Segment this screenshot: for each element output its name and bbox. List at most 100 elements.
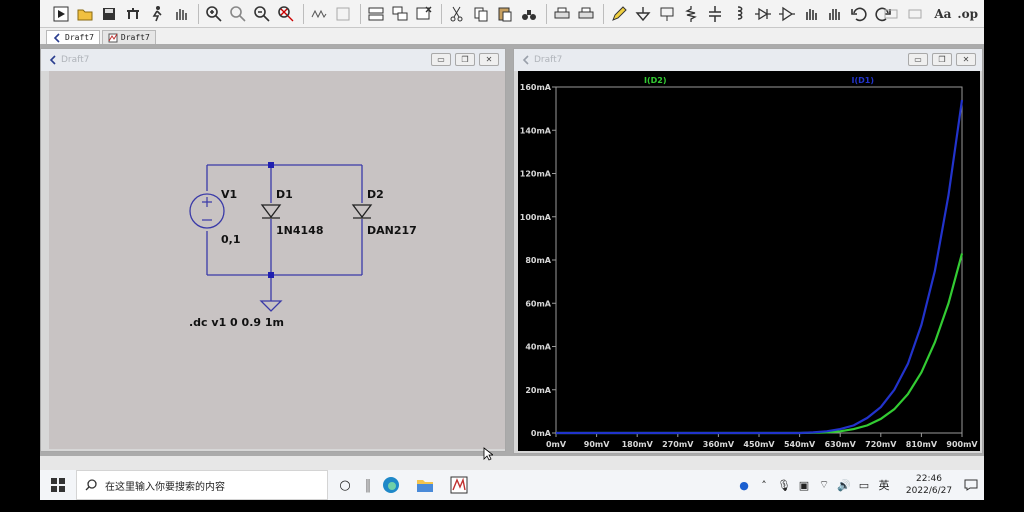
- microphone-icon[interactable]: 🎙: [776, 477, 792, 493]
- capacitor-icon[interactable]: [704, 3, 726, 25]
- spice-directive[interactable]: .dc v1 0 0.9 1m: [189, 316, 284, 329]
- d2-ref-label[interactable]: D2: [367, 188, 384, 201]
- paste-icon[interactable]: [494, 3, 516, 25]
- voltage-source-symbol[interactable]: [189, 193, 225, 229]
- text-tool-button[interactable]: Aa: [934, 7, 951, 21]
- trace-id1[interactable]: [556, 99, 964, 435]
- x-tick-label: 450mV: [743, 440, 775, 449]
- run-simulation-icon[interactable]: [146, 3, 168, 25]
- waveform-titlebar[interactable]: Draft7 ▭ ❐ ✕: [514, 49, 982, 71]
- legend-id2[interactable]: I(D2): [644, 76, 667, 85]
- minimize-button[interactable]: ▭: [908, 53, 928, 66]
- zoom-fit-icon[interactable]: [275, 3, 297, 25]
- rotate-icon[interactable]: [880, 3, 902, 25]
- system-tray: ● ˄ 🎙 ▣ ⌔ 🔊 ▭ 英 22:46 2022/6/27: [734, 470, 984, 500]
- tile-horizontal-icon[interactable]: [365, 3, 387, 25]
- v1-value-label[interactable]: 0,1: [221, 233, 241, 246]
- autorange-icon[interactable]: [332, 3, 354, 25]
- d1-value-label[interactable]: 1N4148: [276, 224, 323, 237]
- task-view-icon[interactable]: ○: [328, 470, 362, 500]
- schematic-titlebar[interactable]: Draft7 ▭ ❐ ✕: [41, 49, 505, 71]
- spice-directive-button[interactable]: .op: [957, 7, 978, 21]
- minimize-button[interactable]: ▭: [431, 53, 451, 66]
- x-tick-label: 630mV: [825, 440, 857, 449]
- windows-logo-icon: [51, 478, 65, 492]
- diode-d1-symbol[interactable]: [260, 204, 282, 219]
- resistor-icon[interactable]: [680, 3, 702, 25]
- ltspice-taskbar-icon[interactable]: [442, 470, 476, 500]
- close-window-icon[interactable]: [413, 3, 435, 25]
- pan-hand-icon[interactable]: [170, 3, 192, 25]
- legend-id1[interactable]: I(D1): [852, 76, 875, 85]
- ime-indicator[interactable]: 英: [876, 477, 892, 493]
- y-tick-label: 40mA: [525, 343, 551, 352]
- inductor-icon[interactable]: [728, 3, 750, 25]
- edge-browser-icon[interactable]: [374, 470, 408, 500]
- print-preview-icon[interactable]: [575, 3, 597, 25]
- copy-icon[interactable]: [470, 3, 492, 25]
- diode-icon[interactable]: [752, 3, 774, 25]
- close-button[interactable]: ✕: [956, 53, 976, 66]
- undo-icon[interactable]: [848, 3, 870, 25]
- notification-icon[interactable]: [958, 470, 984, 500]
- run-icon[interactable]: [50, 3, 72, 25]
- find-binoculars-icon[interactable]: [518, 3, 540, 25]
- volume-icon[interactable]: 🔊: [836, 477, 852, 493]
- x-tick-label: 810mV: [906, 440, 938, 449]
- junction-node[interactable]: [268, 272, 274, 278]
- trace-id2[interactable]: [556, 253, 964, 435]
- y-tick-label: 160mA: [520, 83, 552, 92]
- component-icon[interactable]: [776, 3, 798, 25]
- display-icon[interactable]: ▣: [796, 477, 812, 493]
- tab-schematic[interactable]: Draft7: [46, 30, 100, 44]
- waveform-plot-pane[interactable]: 0mA 20mA 40mA 60mA 80mA 100mA 120mA 140mA 160mA 0…: [518, 71, 980, 451]
- move-hand-icon[interactable]: [800, 3, 822, 25]
- draw-wire-pencil-icon[interactable]: [608, 3, 630, 25]
- taskbar-search-input[interactable]: 在这里输入你要搜索的内容: [76, 470, 328, 500]
- waveform-icon[interactable]: [308, 3, 330, 25]
- schematic-icon: [53, 32, 60, 43]
- search-placeholder: 在这里输入你要搜索的内容: [105, 481, 225, 493]
- schematic-window: Draft7 ▭ ❐ ✕ V1 0,1 D1 1N4148 D2 DAN217 …: [40, 48, 506, 452]
- tab-waveform[interactable]: Draft7: [101, 30, 156, 44]
- cut-icon[interactable]: [446, 3, 468, 25]
- cascade-icon[interactable]: [389, 3, 411, 25]
- zoom-area-icon[interactable]: [227, 3, 249, 25]
- restore-button[interactable]: ❐: [932, 53, 952, 66]
- mirror-icon[interactable]: [904, 3, 926, 25]
- drag-hand-icon[interactable]: [824, 3, 846, 25]
- x-tick-label: 270mV: [662, 440, 694, 449]
- app-tray-icon[interactable]: ●: [736, 477, 752, 493]
- y-tick-label: 140mA: [520, 126, 552, 135]
- v1-ref-label[interactable]: V1: [221, 188, 237, 201]
- wifi-icon[interactable]: ⌔: [816, 477, 832, 493]
- zoom-in-icon[interactable]: [203, 3, 225, 25]
- schematic-canvas[interactable]: V1 0,1 D1 1N4148 D2 DAN217 .dc v1 0 0.9 …: [49, 71, 505, 449]
- label-net-icon[interactable]: [656, 3, 678, 25]
- waveform-window-icon: [522, 55, 529, 65]
- zoom-out-icon[interactable]: [251, 3, 273, 25]
- window-title: Draft7: [61, 55, 90, 65]
- save-icon[interactable]: [98, 3, 120, 25]
- start-button[interactable]: [40, 470, 76, 500]
- y-tick-label: 20mA: [525, 386, 551, 395]
- close-button[interactable]: ✕: [479, 53, 499, 66]
- y-tick-label: 120mA: [520, 170, 552, 179]
- d1-ref-label[interactable]: D1: [276, 188, 293, 201]
- restore-button[interactable]: ❐: [455, 53, 475, 66]
- y-tick-label: 80mA: [525, 256, 551, 265]
- junction-node[interactable]: [268, 162, 274, 168]
- clock[interactable]: 22:46 2022/6/27: [900, 473, 958, 497]
- chevron-up-icon[interactable]: ˄: [756, 477, 772, 493]
- x-tick-label: 720mV: [865, 440, 897, 449]
- x-tick-label: 540mV: [784, 440, 816, 449]
- print-icon[interactable]: [551, 3, 573, 25]
- battery-icon[interactable]: ▭: [856, 477, 872, 493]
- control-panel-icon[interactable]: [122, 3, 144, 25]
- file-explorer-icon[interactable]: [408, 470, 442, 500]
- ground-symbol[interactable]: [259, 300, 283, 312]
- ground-icon[interactable]: [632, 3, 654, 25]
- diode-d2-symbol[interactable]: [351, 204, 373, 219]
- d2-value-label[interactable]: DAN217: [367, 224, 417, 237]
- open-folder-icon[interactable]: [74, 3, 96, 25]
